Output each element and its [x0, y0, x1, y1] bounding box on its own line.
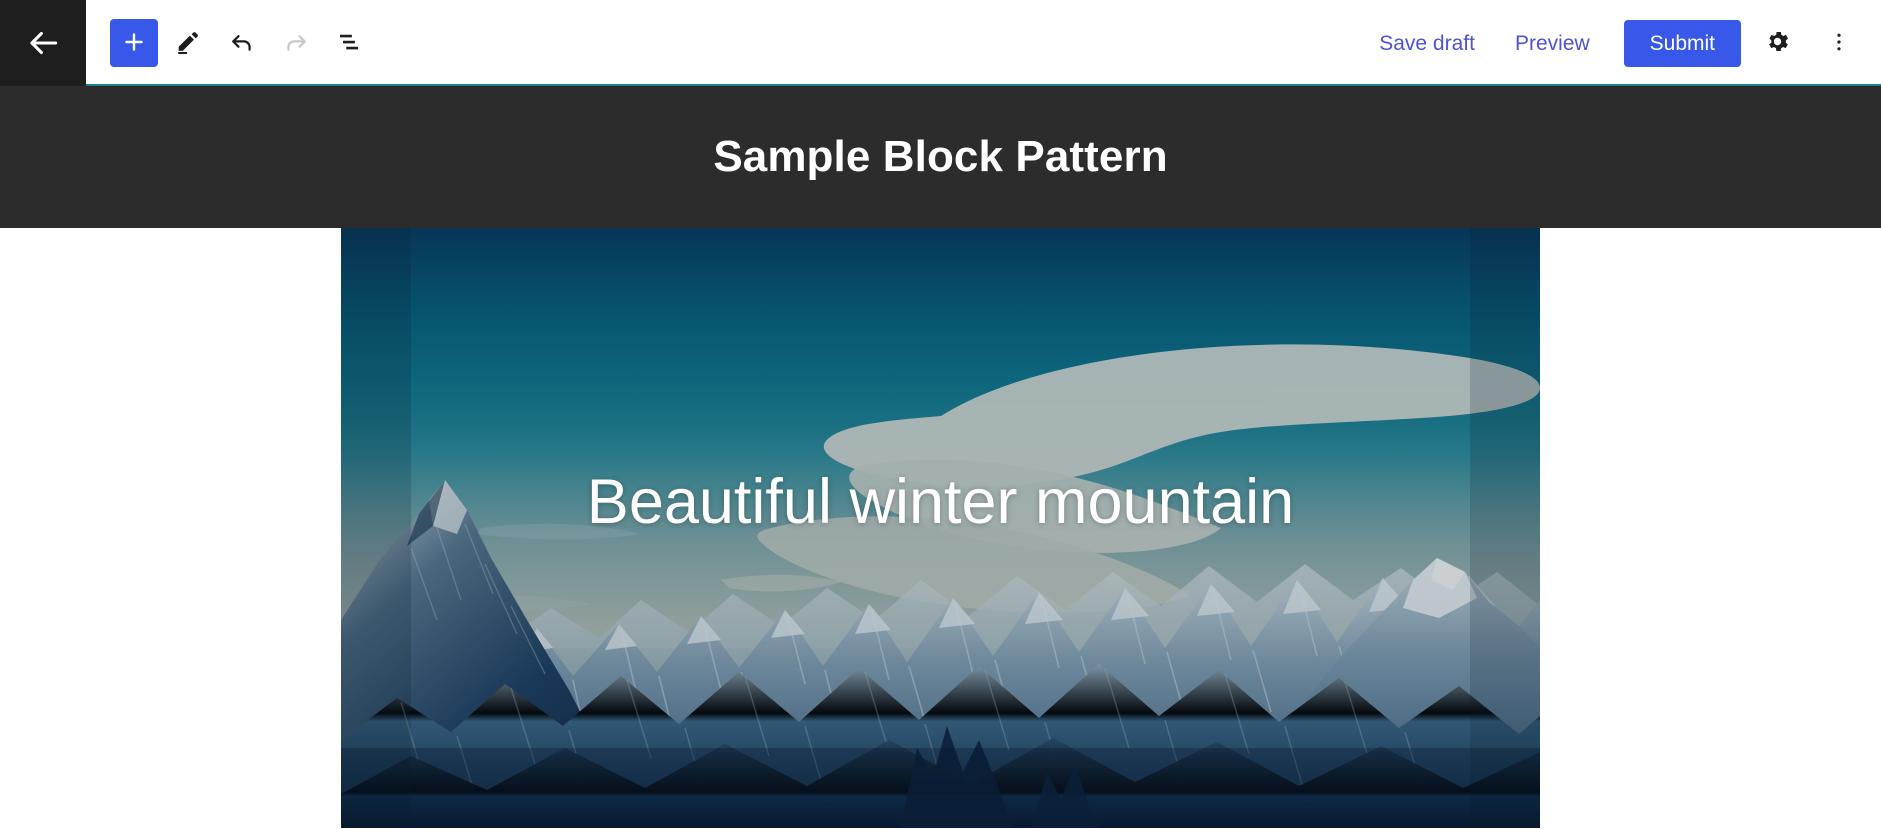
toolbar-left-group [86, 0, 374, 86]
redo-arrow-icon [282, 28, 310, 59]
page-title: Sample Block Pattern [713, 132, 1168, 181]
undo-arrow-icon [228, 28, 256, 59]
gear-icon [1764, 28, 1791, 58]
editor-top-bar: Save draft Preview Submit [0, 0, 1881, 86]
cover-caption-text[interactable]: Beautiful winter mountain [341, 471, 1540, 534]
list-view-button[interactable] [326, 19, 374, 67]
plus-icon [121, 29, 147, 58]
pattern-title-block[interactable]: Sample Block Pattern [0, 86, 1881, 228]
submit-button[interactable]: Submit [1623, 19, 1741, 67]
block-editor-app: Save draft Preview Submit Sample Block P… [0, 0, 1881, 829]
arrow-left-icon [24, 24, 62, 62]
undo-button[interactable] [218, 19, 266, 67]
editor-canvas[interactable]: Sample Block Pattern Beautiful winter mo… [0, 86, 1881, 829]
back-button[interactable] [0, 0, 86, 86]
redo-button[interactable] [272, 19, 320, 67]
cover-block[interactable]: Beautiful winter mountain [341, 228, 1540, 828]
add-block-button[interactable] [110, 19, 158, 67]
edit-tool-button[interactable] [164, 19, 212, 67]
preview-button[interactable]: Preview [1495, 23, 1610, 64]
options-menu-button[interactable] [1813, 17, 1865, 69]
toolbar-right-group: Save draft Preview Submit [1359, 0, 1881, 86]
list-view-icon [335, 27, 365, 60]
save-draft-button[interactable]: Save draft [1359, 23, 1495, 64]
settings-button[interactable] [1751, 17, 1803, 69]
pencil-icon [174, 28, 202, 59]
three-dots-vertical-icon [1827, 30, 1851, 57]
